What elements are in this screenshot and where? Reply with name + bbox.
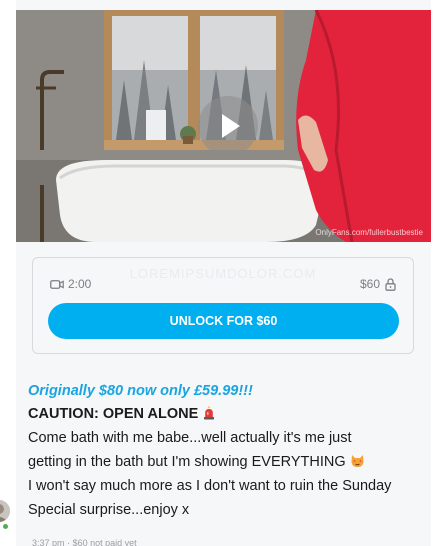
- video-camera-icon: [50, 279, 64, 289]
- price-text: $60: [359, 277, 380, 291]
- caution-text: CAUTION: OPEN ALONE: [28, 406, 199, 422]
- play-button[interactable]: [198, 96, 258, 156]
- body-line-2-text: getting in the bath but I'm showing EVER…: [28, 454, 346, 470]
- video-preview[interactable]: OnlyFans.com/fullerbustbestie: [16, 10, 431, 242]
- avatar-image: [0, 500, 10, 522]
- body-line-3: I won't say much more as I don't want to…: [28, 478, 392, 494]
- message-card: OnlyFans.com/fullerbustbestie LOREMIPSUM…: [16, 0, 431, 546]
- message-text: Originally $80 now only £59.99!!! CAUTIO…: [28, 381, 423, 522]
- meta-separator: ·: [67, 538, 71, 546]
- message-meta: 3:37 pm · $60 not paid yet: [32, 538, 137, 546]
- caution-line: CAUTION: OPEN ALONE: [28, 402, 423, 426]
- media-price: $60: [360, 277, 396, 291]
- play-icon: [221, 114, 240, 138]
- video-duration: 2:00: [50, 277, 91, 291]
- body-line-1: Come bath with me babe...well actually i…: [28, 430, 352, 446]
- lock-icon: [385, 277, 396, 291]
- body-line-4: Special surprise...enjoy x: [28, 502, 190, 518]
- payment-status: $60 not paid yet: [72, 538, 137, 546]
- heart-eyes-cat-emoji-icon: [351, 455, 364, 467]
- body-line-2: getting in the bath but I'm showing EVER…: [28, 450, 423, 474]
- avatar[interactable]: [0, 500, 10, 522]
- promo-line: Originally $80 now only £59.99!!!: [28, 383, 253, 399]
- unlock-button[interactable]: UNLOCK FOR $60: [48, 303, 399, 339]
- siren-emoji-icon: [204, 406, 215, 420]
- locked-media-box: LOREMIPSUMDOLOR.COM 2:00 $60 UNLOCK FOR …: [32, 257, 414, 354]
- duration-text: 2:00: [68, 277, 92, 291]
- message-time: 3:37 pm: [32, 538, 65, 546]
- online-status-dot: [2, 523, 9, 530]
- watermark: OnlyFans.com/fullerbustbestie: [315, 228, 423, 237]
